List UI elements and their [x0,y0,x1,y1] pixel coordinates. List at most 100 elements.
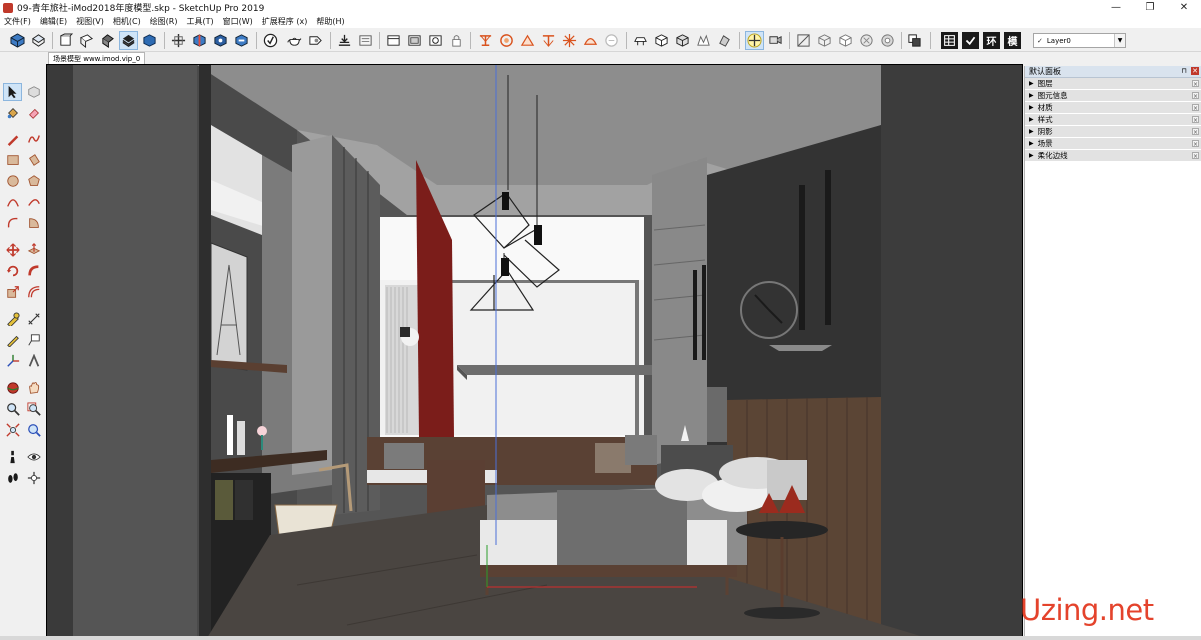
offset-icon[interactable] [24,283,43,301]
model-viewport[interactable] [46,64,1023,637]
close-icon[interactable]: ✕ [1191,67,1199,75]
section-plane-icon[interactable] [169,31,188,50]
shaded-textures-icon[interactable] [878,31,897,50]
shaded-icon[interactable] [857,31,876,50]
style-builder-icon[interactable] [426,31,445,50]
menu-window[interactable]: 窗口(W) [223,16,253,27]
orbit-icon[interactable] [3,379,22,397]
scale-icon[interactable] [3,283,22,301]
sandbox-contours-icon[interactable] [581,31,600,50]
model-check-icon[interactable] [261,31,280,50]
tray-item-scenes[interactable]: ▶ 场景 × [1025,138,1201,150]
tape-measure-icon[interactable] [3,310,22,328]
solid-outer-shell-icon[interactable] [652,31,671,50]
right-view-icon[interactable] [77,31,96,50]
menu-help[interactable]: 帮助(H) [316,16,344,27]
sandbox-stamp-icon[interactable] [497,31,516,50]
front-view-icon[interactable] [56,31,75,50]
zoom-window-icon[interactable] [24,400,43,418]
chevron-down-icon[interactable]: ▼ [1114,34,1125,47]
solid-intersect-icon[interactable] [673,31,692,50]
layout-icon[interactable] [405,31,424,50]
xray-icon[interactable] [794,31,813,50]
menu-view[interactable]: 视图(V) [76,16,104,27]
move-icon[interactable] [3,241,22,259]
look-around-icon[interactable] [24,448,43,466]
menu-extensions[interactable]: 扩展程序 (x) [262,16,308,27]
env-plugin-button[interactable]: 环 [983,32,1000,49]
three-point-arc-icon[interactable] [3,214,22,232]
share-model-icon[interactable] [356,31,375,50]
freehand-icon[interactable] [24,130,43,148]
monochrome-icon[interactable] [905,31,924,50]
close-icon[interactable]: × [1192,116,1199,124]
lock-icon[interactable] [447,31,466,50]
hidden-line-icon[interactable] [836,31,855,50]
section-display-icon[interactable] [211,31,230,50]
zoom-extents-icon[interactable] [3,421,22,439]
sandbox-smoove-icon[interactable] [476,31,495,50]
3d-text-icon[interactable] [24,352,43,370]
tray-item-entity-info[interactable]: ▶ 图元信息 × [1025,90,1201,102]
move-cursor-icon[interactable] [745,31,764,50]
component-icon[interactable] [306,31,325,50]
menu-tools[interactable]: 工具(T) [187,16,214,27]
select-arrow-icon[interactable] [3,83,22,101]
dimension-icon[interactable] [24,310,43,328]
tray-item-layers[interactable]: ▶ 图层 × [1025,78,1201,90]
close-icon[interactable]: × [1192,80,1199,88]
section-fill-icon[interactable] [190,31,209,50]
pin-icon[interactable]: ⊓ [1180,67,1188,75]
top-view-icon[interactable] [29,31,48,50]
sandbox-scratch-icon[interactable] [602,31,621,50]
checkbox-icon[interactable] [962,32,979,49]
solid-subtract-icon[interactable] [715,31,734,50]
two-point-arc-icon[interactable] [24,193,43,211]
axes-icon[interactable] [3,352,22,370]
wireframe-icon[interactable] [815,31,834,50]
solid-union-icon[interactable] [694,31,713,50]
push-pull-icon[interactable] [24,241,43,259]
model-plugin-button[interactable]: 模 [1004,32,1021,49]
extension-warehouse-icon[interactable] [384,31,403,50]
close-button[interactable]: ✕ [1167,0,1201,15]
maximize-button[interactable]: ❐ [1133,0,1167,15]
paint-bucket-icon[interactable] [3,104,22,122]
sandbox-add-detail-icon[interactable] [539,31,558,50]
position-camera-icon[interactable] [631,31,650,50]
menu-file[interactable]: 文件(F) [4,16,31,27]
follow-me-icon[interactable] [24,262,43,280]
pan-hand-icon[interactable] [24,379,43,397]
teapot-icon[interactable] [285,31,304,50]
menu-draw[interactable]: 绘图(R) [150,16,178,27]
layer-select[interactable]: ✓ Layer0 ▼ [1033,33,1126,48]
eraser-icon[interactable] [24,104,43,122]
menu-camera[interactable]: 相机(C) [113,16,141,27]
make-component-icon[interactable] [24,83,43,101]
text-icon[interactable] [24,331,43,349]
section-plane-tool-icon[interactable] [24,469,43,487]
left-view-icon[interactable] [119,31,138,50]
tray-item-soften-edges[interactable]: ▶ 柔化边线 × [1025,150,1201,162]
rotated-rectangle-icon[interactable] [24,151,43,169]
tray-item-styles[interactable]: ▶ 样式 × [1025,114,1201,126]
bottom-view-icon[interactable] [140,31,159,50]
rectangle-icon[interactable] [3,151,22,169]
back-view-icon[interactable] [98,31,117,50]
tray-item-shadows[interactable]: ▶ 阴影 × [1025,126,1201,138]
iso-view-icon[interactable] [8,31,27,50]
close-icon[interactable]: × [1192,152,1199,160]
section-cut-icon[interactable] [232,31,251,50]
scene-tab[interactable]: 场景模型 www.imod.vip_0 [48,52,146,64]
minimize-button[interactable]: — [1099,0,1133,15]
pencil-line-icon[interactable] [3,130,22,148]
table-grid-icon[interactable] [941,32,958,49]
close-icon[interactable]: × [1192,128,1199,136]
arc-icon[interactable] [3,193,22,211]
close-icon[interactable]: × [1192,92,1199,100]
close-icon[interactable]: × [1192,140,1199,148]
sandbox-flip-edge-icon[interactable] [560,31,579,50]
protractor-icon[interactable] [3,331,22,349]
close-icon[interactable]: × [1192,104,1199,112]
sandbox-drape-icon[interactable] [518,31,537,50]
